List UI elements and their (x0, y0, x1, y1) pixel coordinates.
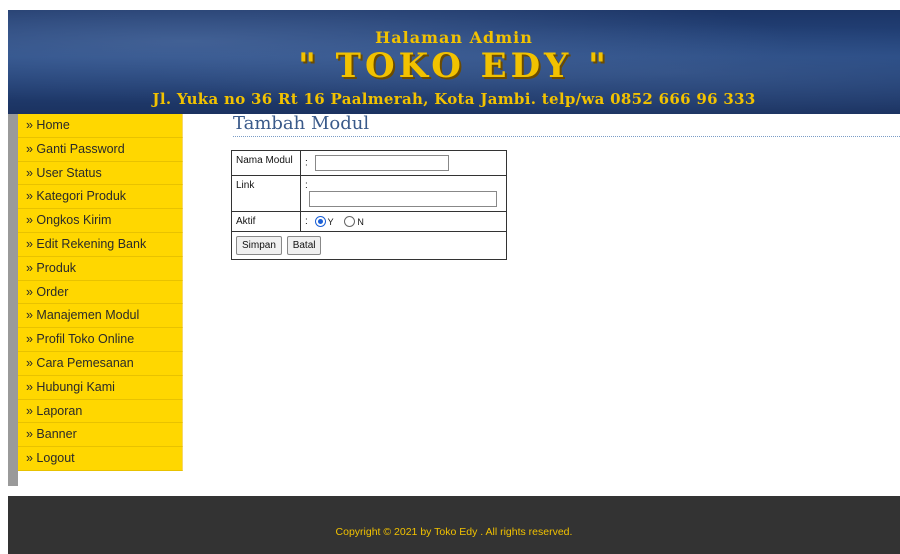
header-subtitle: Halaman Admin (375, 28, 533, 47)
sidebar-item-ongkos-kirim[interactable]: » Ongkos Kirim (18, 209, 183, 233)
form-row-link: Link : (231, 175, 507, 212)
sidebar-item-banner[interactable]: » Banner (18, 423, 183, 448)
save-button[interactable]: Simpan (236, 236, 282, 256)
nama-modul-cell: : (300, 150, 507, 176)
sidebar-item-produk[interactable]: » Produk (18, 256, 183, 281)
sidebar-item-home[interactable]: » Home (18, 114, 183, 138)
sidebar-menu: » Home » Ganti Password » User Status » … (18, 114, 183, 471)
nama-modul-input[interactable] (314, 155, 449, 171)
footer: Copyright © 2021 by Toko Edy . All right… (8, 496, 900, 554)
sidebar-item-ganti-password[interactable]: » Ganti Password (18, 137, 183, 162)
header-banner: Halaman Admin " TOKO EDY " Jl. Yuka no 3… (8, 10, 900, 114)
sidebar-item-kategori-produk[interactable]: » Kategori Produk (18, 185, 183, 210)
sidebar-item-laporan[interactable]: » Laporan (18, 399, 183, 424)
aktif-label: Aktif (231, 210, 301, 233)
aktif-radio-n-label: N (357, 216, 364, 227)
sidebar-item-profil-toko-online[interactable]: » Profil Toko Online (18, 328, 183, 352)
form-row-nama-modul: Nama Modul : (231, 150, 507, 176)
header-address: Jl. Yuka no 36 Rt 16 Paalmerah, Kota Jam… (152, 90, 756, 108)
link-label: Link (231, 175, 301, 212)
sidebar-item-cara-pemesanan[interactable]: » Cara Pemesanan (18, 351, 183, 376)
buttons-cell: Simpan Batal (231, 231, 507, 261)
sidebar-item-order[interactable]: » Order (18, 280, 183, 305)
colon-separator: : (305, 157, 308, 169)
aktif-radio-y-label: Y (327, 216, 334, 227)
colon-separator: : (305, 216, 308, 228)
sidebar-item-edit-rekening-bank[interactable]: » Edit Rekening Bank (18, 232, 183, 257)
header-title: " TOKO EDY " (298, 46, 610, 86)
nama-modul-label: Nama Modul (231, 150, 301, 176)
sidebar-item-user-status[interactable]: » User Status (18, 161, 183, 186)
link-cell: : (300, 175, 507, 212)
aktif-radio-y[interactable] (314, 216, 326, 227)
aktif-cell: : Y N (300, 210, 507, 233)
sidebar-item-manajemen-modul[interactable]: » Manajemen Modul (18, 304, 183, 329)
form-row-buttons: Simpan Batal (231, 231, 507, 261)
sidebar-item-hubungi-kami[interactable]: » Hubungi Kami (18, 375, 183, 400)
sidebar-strip (8, 114, 18, 486)
footer-copyright: Copyright © 2021 by Toko Edy . All right… (335, 526, 573, 538)
link-input[interactable] (309, 191, 497, 207)
page-title: Tambah Modul (233, 113, 900, 137)
aktif-radio-n[interactable] (344, 216, 356, 227)
sidebar-item-logout[interactable]: » Logout (18, 447, 183, 471)
add-module-form: Nama Modul : Link : Aktif : Y N Simpan B… (231, 150, 507, 261)
page-frame: Halaman Admin " TOKO EDY " Jl. Yuka no 3… (8, 0, 900, 554)
form-row-aktif: Aktif : Y N (231, 210, 507, 233)
colon-separator: : (305, 180, 308, 191)
cancel-button[interactable]: Batal (286, 236, 322, 256)
